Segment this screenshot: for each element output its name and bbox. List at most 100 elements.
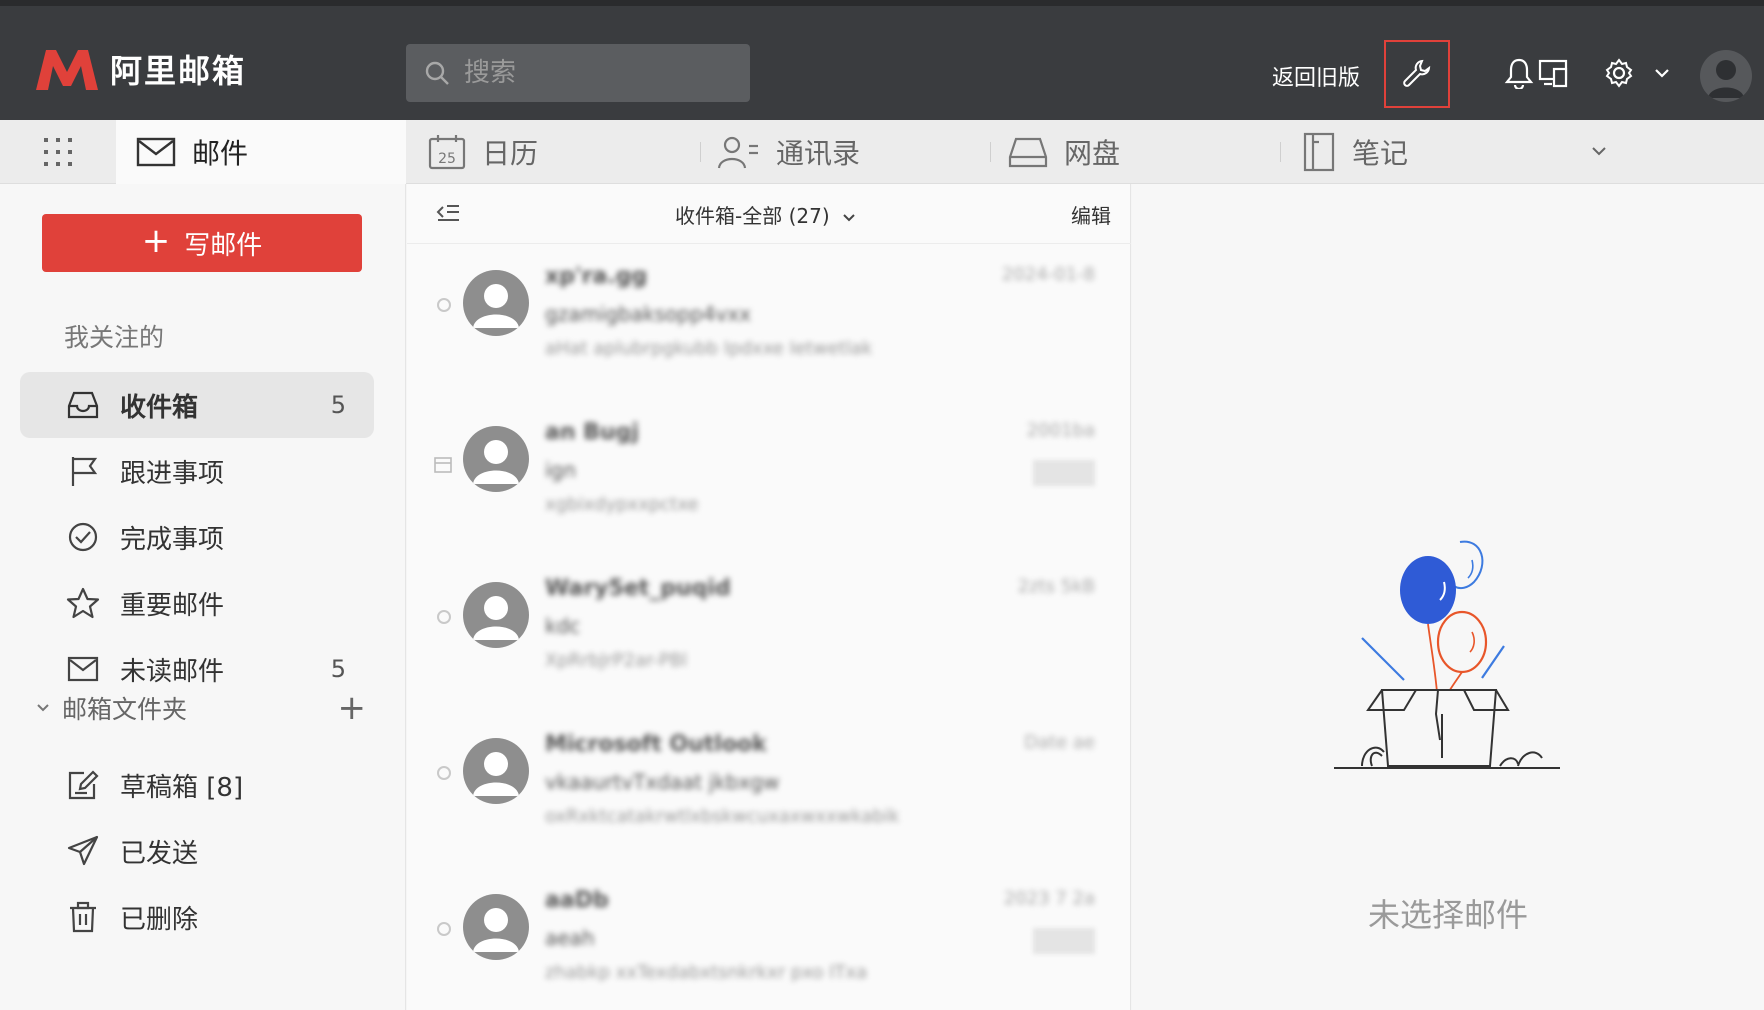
sidebar-item-label: 跟进事项 <box>120 458 225 489</box>
contacts-icon <box>717 136 758 169</box>
mail-preview: oxRxktcatakrwtlxbskwcuxaxwxxwkabik <box>545 806 900 827</box>
tab-calendar-label: 日历 <box>482 137 539 170</box>
user-avatar-icon <box>473 440 519 484</box>
sidebar-item-label: 已删除 <box>120 904 199 935</box>
bell-icon <box>1504 58 1534 89</box>
envelope-icon <box>66 652 100 686</box>
mail-subject: ign <box>545 458 576 482</box>
devices-button[interactable] <box>1536 56 1572 90</box>
user-avatar-icon <box>473 908 519 952</box>
mail-subject: aeah <box>545 926 595 950</box>
unread-dot-icon[interactable] <box>437 298 451 312</box>
sidebar-item-follow-up[interactable]: 跟进事项 <box>20 438 374 504</box>
mail-preview: aHat aplubrpgkubb Ipdxxe Ietwetlak <box>545 338 873 359</box>
attachment-badge <box>1033 460 1095 486</box>
attachment-badge <box>1033 928 1095 954</box>
sidebar-item-label: 重要邮件 <box>120 590 225 621</box>
top-bar: 阿里邮箱 返回旧版 <box>0 0 1764 120</box>
tab-calendar[interactable]: 25 日历 <box>428 120 538 184</box>
inbox-icon <box>66 388 100 422</box>
mail-subject: kdc <box>545 614 581 638</box>
empty-state-text: 未选择邮件 <box>1367 896 1528 934</box>
mail-date: Date ae <box>1024 732 1095 753</box>
chevron-down-icon <box>1655 69 1669 78</box>
tab-divider <box>700 142 701 162</box>
unread-dot-icon[interactable] <box>437 922 451 936</box>
mail-item[interactable]: xp'ra.gg gzamigbaksopp4vxx aHat aplubrpg… <box>407 242 1131 398</box>
mail-sender: xp'ra.gg <box>545 264 648 289</box>
sidebar-item-label: 收件箱 <box>120 392 199 423</box>
mail-date: 2001ba <box>1026 420 1095 441</box>
mail-list-header: 收件箱-全部 (27) 编辑 <box>407 184 1131 244</box>
tab-divider <box>990 142 991 162</box>
mail-date: 2024-01-8 <box>1001 264 1095 285</box>
tools-button[interactable] <box>1384 40 1450 108</box>
folder-filter-dropdown[interactable]: 收件箱-全部 (27) <box>675 200 856 229</box>
mail-item[interactable]: aaDb aeah zhabkp xxTexdabxtsnkrkxr pxo I… <box>407 866 1131 1010</box>
compose-button[interactable]: + 写邮件 <box>42 214 362 272</box>
drive-icon <box>1008 137 1048 168</box>
mail-list: 收件箱-全部 (27) 编辑 xp'ra.gg gzamigbaksopp4vx… <box>407 184 1131 1010</box>
draft-icon <box>66 768 100 802</box>
calendar-icon: 25 <box>428 135 466 170</box>
user-avatar-icon <box>473 284 519 328</box>
mail-sender: Microsoft Outlook <box>545 732 767 757</box>
tab-notes[interactable]: 笔记 <box>1302 120 1408 184</box>
mail-preview: XpRrbJrP2ar-PBl <box>545 650 688 671</box>
tab-contacts[interactable]: 通讯录 <box>716 120 860 184</box>
sidebar-item-trash[interactable]: 已删除 <box>20 884 374 950</box>
back-to-old-version-link[interactable]: 返回旧版 <box>1272 60 1360 92</box>
tab-mail[interactable]: 邮件 <box>116 120 406 184</box>
chevron-down-icon <box>1592 147 1606 156</box>
sidebar-item-label: 已发送 <box>120 838 199 869</box>
add-folder-button[interactable]: + <box>338 691 367 725</box>
notifications-button[interactable] <box>1502 56 1536 90</box>
tab-drive[interactable]: 网盘 <box>1008 120 1120 184</box>
app-nav: 邮件 25 日历 通讯录 网盘 笔记 <box>0 120 1764 184</box>
flag-icon <box>66 454 100 488</box>
mail-subject: gzamigbaksopp4vxx <box>545 302 751 326</box>
settings-dropdown[interactable] <box>1652 56 1672 90</box>
folders-heading[interactable]: 邮箱文件夹 <box>62 690 187 726</box>
collapse-sidebar-icon[interactable] <box>435 202 461 226</box>
logo-text: 阿里邮箱 <box>110 52 247 90</box>
sidebar-item-inbox[interactable]: 收件箱 5 <box>20 372 374 438</box>
unread-dot-icon[interactable] <box>437 766 451 780</box>
unread-dot-icon[interactable] <box>437 610 451 624</box>
avatar[interactable] <box>1700 50 1752 102</box>
app-grid-icon[interactable] <box>40 134 76 170</box>
mail-sender: aaDb <box>545 888 609 913</box>
chevron-down-icon <box>843 214 855 222</box>
tab-divider <box>1280 142 1281 162</box>
mail-sender: Wary5et_puqid <box>545 576 731 601</box>
tab-contacts-label: 通讯录 <box>776 137 861 170</box>
chevron-down-icon[interactable] <box>36 703 50 713</box>
apps-more-dropdown[interactable] <box>1590 142 1608 161</box>
sidebar-item-label: 草稿箱 [8] <box>120 772 244 803</box>
notes-icon <box>1303 132 1335 172</box>
search-input[interactable] <box>464 58 724 88</box>
sidebar-item-important[interactable]: 重要邮件 <box>20 570 374 636</box>
wrench-icon <box>1403 59 1431 87</box>
sidebar-item-done[interactable]: 完成事项 <box>20 504 374 570</box>
mail-preview: zhabkp xxTexdabxtsnkrkxr pxo ITxa <box>545 962 868 983</box>
edit-button[interactable]: 编辑 <box>1071 200 1111 229</box>
logo[interactable]: 阿里邮箱 <box>34 46 246 92</box>
devices-icon <box>1538 59 1568 88</box>
check-circle-icon <box>66 520 100 554</box>
sidebar: + 写邮件 我关注的 收件箱 5 跟进事项 完成事项 重要邮件 未读邮件 5 邮… <box>0 184 406 1010</box>
star-icon <box>66 586 100 620</box>
mail-item[interactable]: an Bugj ign xgbixdypxxpctxe 2001ba <box>407 398 1131 554</box>
gear-icon <box>1605 58 1633 88</box>
search-box[interactable] <box>406 44 750 102</box>
sidebar-item-drafts[interactable]: 草稿箱 [8] <box>20 752 374 818</box>
user-avatar-icon <box>473 752 519 796</box>
avatar <box>463 270 529 336</box>
sidebar-item-sent[interactable]: 已发送 <box>20 818 374 884</box>
settings-button[interactable] <box>1602 56 1636 90</box>
mail-date: 2023 7 2a <box>1003 888 1095 909</box>
mail-item[interactable]: Wary5et_puqid kdc XpRrbJrP2ar-PBl 2zts 5… <box>407 554 1131 710</box>
mail-item[interactable]: Microsoft Outlook vkaaurtvTxdaat jkbxgw … <box>407 710 1131 866</box>
reading-pane: 未选择邮件 <box>1132 184 1764 1010</box>
avatar <box>463 426 529 492</box>
